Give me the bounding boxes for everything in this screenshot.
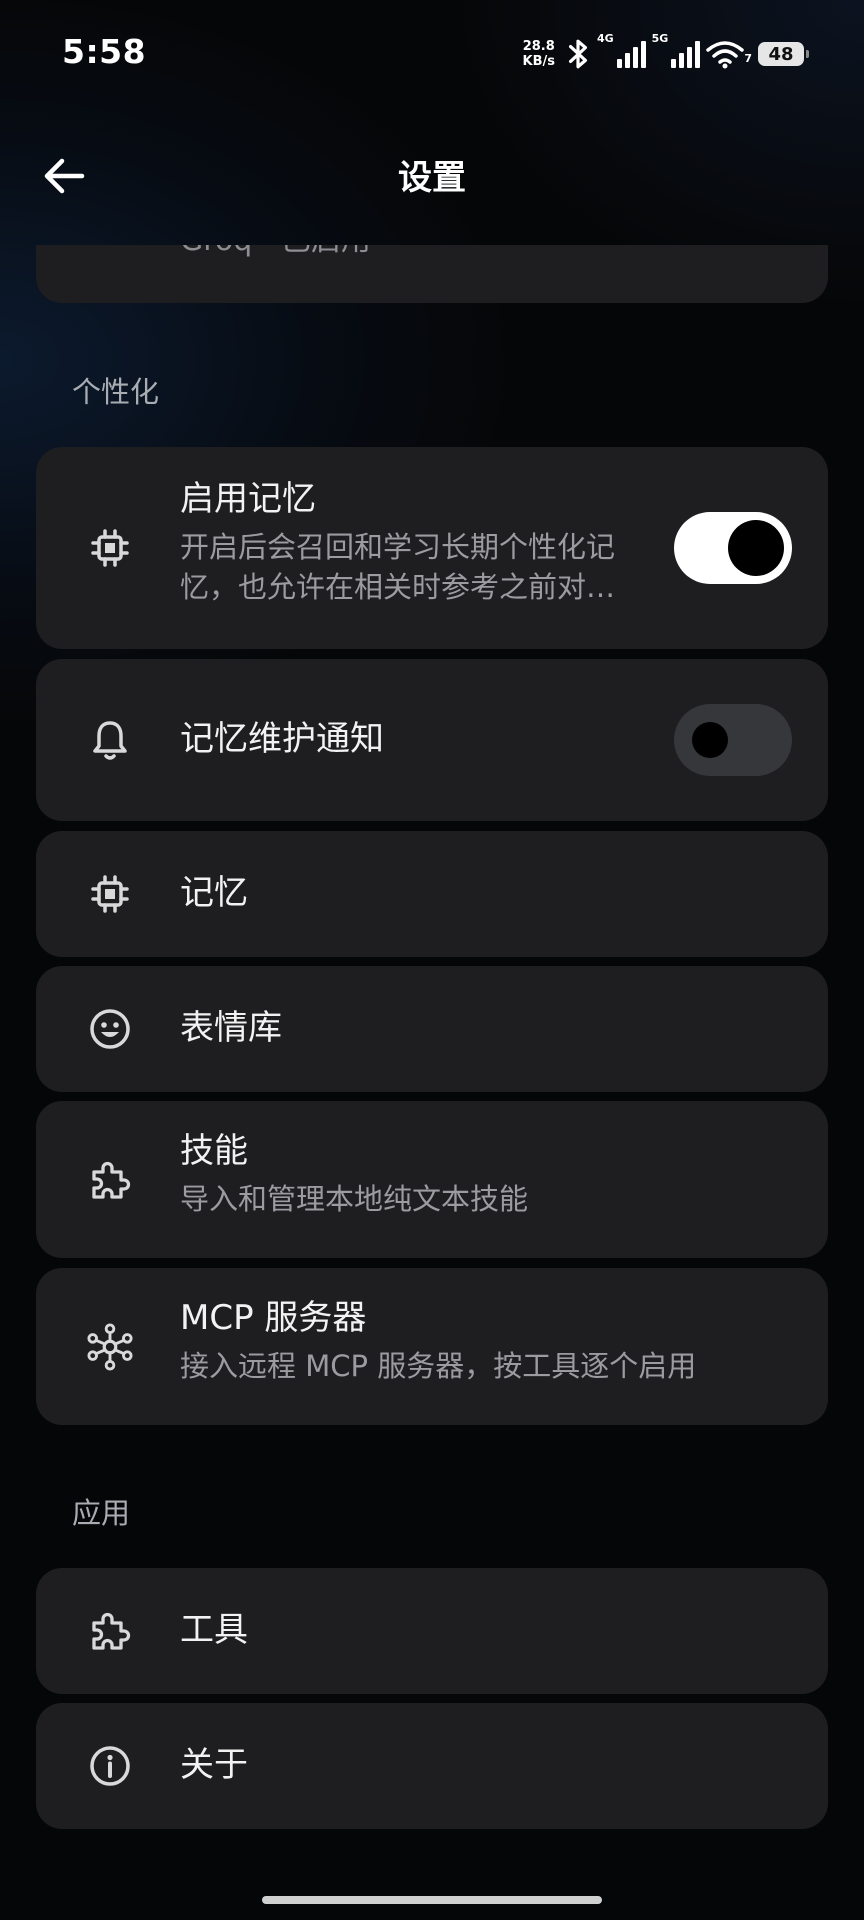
toggle-knob	[728, 520, 784, 576]
skills-text: 技能 导入和管理本地纯文本技能	[180, 1129, 788, 1219]
enable-memory-item[interactable]: 启用记忆 开启后会召回和学习长期个性化记忆，也允许在相关时参考之前对…	[36, 447, 828, 649]
mcp-servers-text: MCP 服务器 接入远程 MCP 服务器，按工具逐个启用	[180, 1296, 788, 1386]
tools-item[interactable]: 工具	[36, 1568, 828, 1694]
enable-memory-text: 启用记忆 开启后会召回和学习长期个性化记忆，也允许在相关时参考之前对…	[180, 477, 638, 607]
toggle-knob	[692, 722, 728, 758]
about-item[interactable]: 关于	[36, 1703, 828, 1829]
section-title-personalization: 个性化	[72, 375, 160, 409]
mcp-servers-title: MCP 服务器	[180, 1298, 367, 1338]
signal-4g-icon	[616, 41, 646, 68]
memory-item[interactable]: 记忆	[36, 831, 828, 957]
memory-text: 记忆	[180, 871, 788, 915]
chip-icon	[86, 524, 134, 572]
skills-desc: 导入和管理本地纯文本技能	[180, 1182, 529, 1216]
memory-notify-item[interactable]: 记忆维护通知	[36, 659, 828, 821]
network-speed-value: 28.8	[522, 39, 555, 54]
signal-5g-label: 5G	[651, 32, 669, 45]
skills-item[interactable]: 技能 导入和管理本地纯文本技能	[36, 1101, 828, 1258]
bell-icon	[86, 716, 134, 764]
battery-icon: 48	[758, 42, 809, 66]
settings-screen: 5:58 28.8 KB/s 4G 5G 7 48 设置 个性化 启用记忆 开启…	[0, 0, 864, 1920]
wifi-icon	[706, 41, 745, 69]
app-header: 设置	[0, 130, 864, 216]
tools-title: 工具	[180, 1610, 248, 1650]
skills-title: 技能	[180, 1131, 248, 1171]
mcp-servers-item[interactable]: MCP 服务器 接入远程 MCP 服务器，按工具逐个启用	[36, 1268, 828, 1425]
section-title-app: 应用	[72, 1496, 131, 1530]
enable-memory-desc: 开启后会召回和学习长期个性化记忆，也允许在相关时参考之前对…	[180, 530, 616, 604]
tools-text: 工具	[180, 1608, 788, 1652]
wifi-label: 7	[744, 52, 752, 65]
emoji-library-text: 表情库	[180, 1006, 788, 1050]
page-title: 设置	[398, 158, 466, 198]
enable-memory-toggle[interactable]	[674, 512, 792, 584]
emoji-library-title: 表情库	[180, 1008, 282, 1048]
about-title: 关于	[180, 1745, 248, 1785]
network-speed: 28.8 KB/s	[523, 39, 555, 69]
signal-4g-label: 4G	[596, 32, 614, 45]
about-text: 关于	[180, 1743, 788, 1787]
mcp-servers-desc: 接入远程 MCP 服务器，按工具逐个启用	[180, 1349, 697, 1383]
settings-list[interactable]: Groq · 已启用 个性化 启用记忆 开启后会召回和学习长期个性化记忆，也允许…	[0, 245, 864, 1845]
provider-subtitle: Groq · 已启用	[180, 245, 371, 259]
info-icon	[86, 1742, 134, 1790]
bluetooth-icon	[568, 39, 587, 69]
battery-level: 48	[768, 43, 794, 65]
memory-title: 记忆	[180, 873, 248, 913]
memory-notify-toggle[interactable]	[674, 704, 792, 776]
status-icons: 28.8 KB/s 4G 5G 7 48	[523, 32, 809, 74]
smiley-icon	[86, 1005, 134, 1053]
network-speed-unit: KB/s	[522, 54, 555, 69]
emoji-library-item[interactable]: 表情库	[36, 966, 828, 1092]
provider-card[interactable]: Groq · 已启用	[36, 245, 828, 303]
hub-icon	[86, 1323, 134, 1371]
puzzle-icon	[86, 1607, 134, 1655]
home-indicator[interactable]	[262, 1896, 602, 1904]
chip-icon	[86, 870, 134, 918]
status-bar: 5:58 28.8 KB/s 4G 5G 7 48	[0, 0, 864, 110]
status-time: 5:58	[62, 32, 147, 71]
puzzle-icon	[86, 1156, 134, 1204]
enable-memory-title: 启用记忆	[180, 479, 316, 519]
signal-5g-icon	[671, 41, 701, 68]
